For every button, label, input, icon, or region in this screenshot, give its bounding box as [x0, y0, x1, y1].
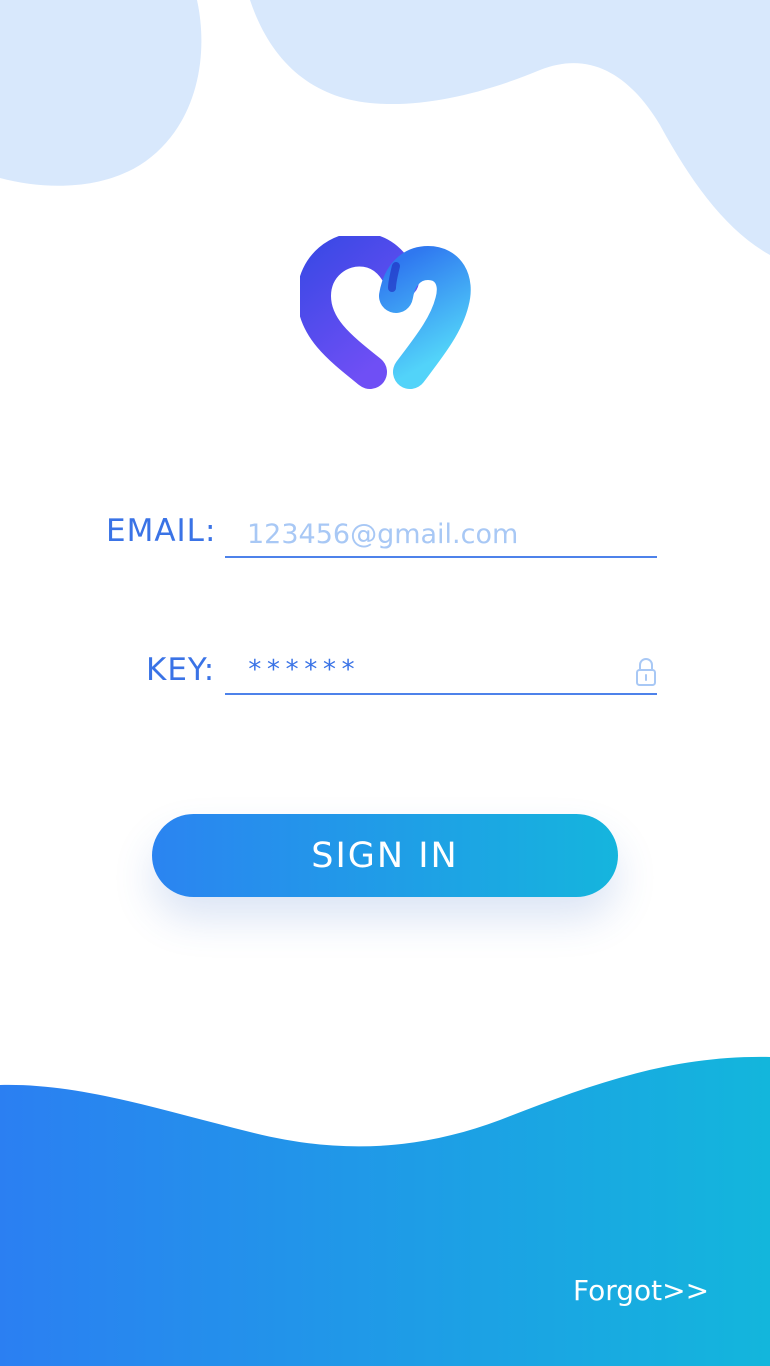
lock-icon: [636, 657, 656, 686]
key-field[interactable]: ******: [225, 653, 657, 695]
forgot-link[interactable]: Forgot>>: [573, 1274, 709, 1307]
heart-logo-icon: [300, 236, 471, 389]
bottom-wave: [0, 1056, 770, 1366]
top-right-blob: [250, 0, 770, 255]
top-left-blob: [0, 0, 202, 186]
email-label: EMAIL:: [106, 513, 217, 549]
login-screen: EMAIL: KEY: ****** SIGN IN Forgot>>: [0, 0, 770, 1366]
sign-in-button[interactable]: SIGN IN: [152, 814, 618, 897]
password-value[interactable]: ******: [247, 655, 359, 685]
key-label: KEY:: [146, 652, 216, 688]
email-input[interactable]: [247, 516, 627, 552]
email-field[interactable]: [225, 516, 657, 558]
